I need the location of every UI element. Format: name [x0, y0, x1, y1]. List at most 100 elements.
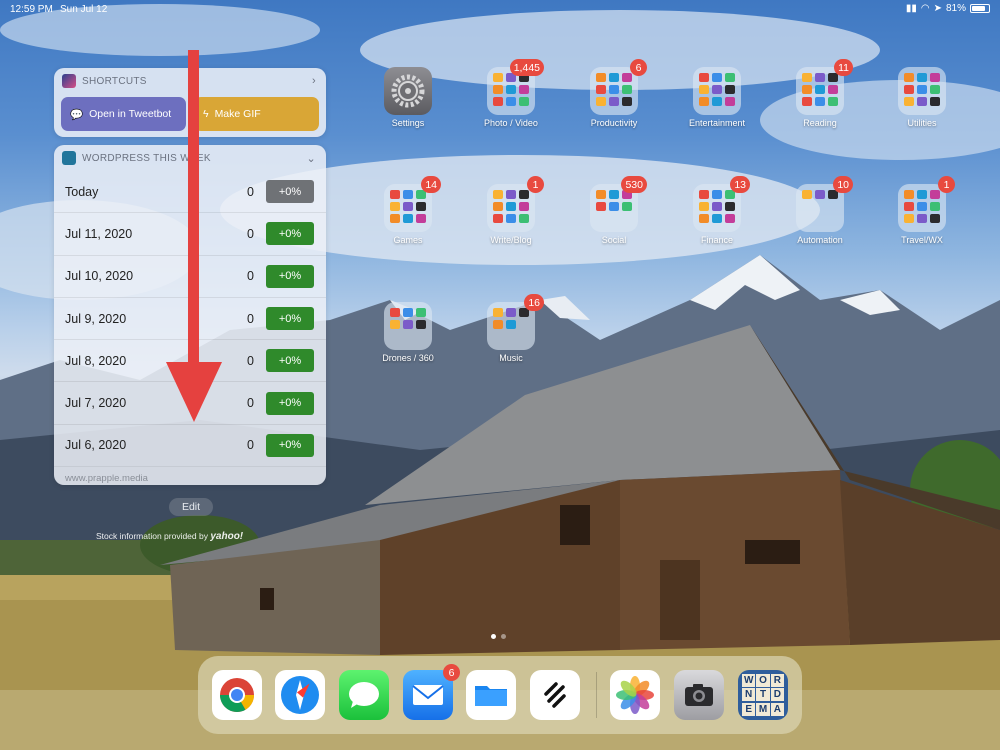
mini-app-icon	[390, 190, 400, 199]
stats-change-badge[interactable]: +0%	[266, 307, 314, 331]
folder-productivity[interactable]: 6 Productivity	[569, 59, 659, 128]
folder-icon	[693, 67, 741, 115]
notification-badge: 1,445	[509, 59, 544, 76]
folder-utilities[interactable]: Utilities	[877, 67, 967, 128]
date: Sun Jul 12	[60, 4, 108, 15]
folder-icon: 6	[590, 59, 647, 115]
widget-footer-link[interactable]: www.prapple.media	[54, 466, 326, 485]
stats-change-badge[interactable]: +0%	[266, 222, 314, 246]
mini-app-icon	[609, 73, 619, 82]
page-indicator[interactable]	[491, 634, 506, 639]
folder-travel-wx[interactable]: 1 Travel/WX	[877, 176, 967, 245]
stats-change-badge[interactable]: +0%	[266, 391, 314, 415]
mini-app-icon	[493, 214, 503, 223]
mini-app-icon	[904, 73, 914, 82]
mini-app-icon	[712, 73, 722, 82]
mini-app-icon	[506, 97, 516, 106]
mini-app-icon	[622, 97, 632, 106]
app-label: Utilities	[907, 118, 937, 128]
folder-social[interactable]: 530 Social	[569, 176, 659, 245]
folder-icon: 13	[693, 176, 750, 232]
stats-value: 0	[247, 396, 254, 411]
mini-app-icon	[622, 202, 632, 211]
mini-app-icon	[403, 308, 413, 317]
notification-badge: 13	[730, 176, 750, 193]
folder-icon: 16	[487, 294, 544, 350]
mini-app-icon	[596, 190, 606, 199]
settings-app[interactable]: Settings	[363, 67, 453, 128]
stats-change-badge[interactable]: +0%	[266, 349, 314, 373]
mini-app-icon	[506, 202, 516, 211]
folder-icon: 1	[487, 176, 544, 232]
mini-app-icon	[712, 214, 722, 223]
mini-app-icon	[725, 202, 735, 211]
folder-reading[interactable]: 11 Reading	[775, 59, 865, 128]
mini-app-icon	[699, 97, 709, 106]
photos-icon[interactable]	[610, 670, 660, 720]
app-label: Travel/WX	[901, 235, 943, 245]
app-label: Social	[601, 235, 627, 245]
mini-app-icon	[622, 73, 632, 82]
mini-app-icon	[699, 85, 709, 94]
mini-app-icon	[815, 190, 825, 199]
cellular-icon: ▮▮	[905, 3, 917, 14]
mini-app-icon	[802, 85, 812, 94]
squarespace-icon[interactable]	[530, 670, 580, 720]
mini-app-icon	[699, 73, 709, 82]
mini-app-icon	[609, 85, 619, 94]
mini-app-icon	[519, 190, 529, 199]
chevron-down-icon[interactable]: ⌄	[306, 152, 316, 165]
mini-app-icon	[917, 190, 927, 199]
wordament-icon[interactable]: WOR NTDEMA	[738, 670, 788, 720]
chrome-icon[interactable]	[212, 670, 262, 720]
mini-app-icon	[390, 308, 400, 317]
mini-app-icon	[519, 85, 529, 94]
letter-tile: M	[756, 702, 770, 716]
mail-badge: 6	[443, 664, 460, 681]
stats-change-badge[interactable]: +0%	[266, 433, 314, 457]
edit-widgets-button[interactable]: Edit	[169, 498, 213, 516]
notification-badge: 16	[524, 294, 544, 311]
folder-write-blog[interactable]: 1 Write/Blog	[466, 176, 556, 245]
stats-value: 0	[247, 226, 254, 241]
mini-app-icon	[712, 190, 722, 199]
files-icon[interactable]	[466, 670, 516, 720]
folder-icon	[384, 302, 432, 350]
camera-icon[interactable]	[674, 670, 724, 720]
folder-automation[interactable]: 10 Automation	[775, 176, 865, 245]
stats-change-badge[interactable]: +0%	[266, 180, 314, 204]
mini-app-icon	[712, 85, 722, 94]
letter-tile: A	[770, 702, 784, 716]
status-bar: 12:59 PM Sun Jul 12 ▮▮ ◠ ➤ 81%	[0, 0, 1000, 18]
folder-photo-video[interactable]: 1,445 Photo / Video	[466, 59, 556, 128]
folder-drones-360[interactable]: Drones / 360	[363, 302, 453, 363]
stats-change-badge[interactable]: +0%	[266, 264, 314, 288]
folder-entertainment[interactable]: Entertainment	[672, 67, 762, 128]
yahoo-logo: yahoo!	[210, 531, 244, 542]
mini-app-icon	[712, 202, 722, 211]
mini-app-icon	[917, 202, 927, 211]
page-dot-active	[491, 634, 496, 639]
page-dot	[501, 634, 506, 639]
mini-app-icon	[390, 202, 400, 211]
mini-app-icon	[609, 97, 619, 106]
mini-app-icon	[416, 320, 426, 329]
battery-percent: 81%	[945, 3, 966, 14]
dock: 6 WOR NTDEMA	[198, 656, 802, 734]
clock: 12:59 PM	[10, 4, 53, 15]
messages-icon[interactable]	[339, 670, 389, 720]
app-label: Finance	[700, 235, 734, 245]
chevron-right-icon[interactable]: ›	[312, 75, 316, 87]
shortcuts-app-icon	[62, 74, 76, 88]
notification-badge: 530	[621, 176, 647, 193]
stock-attribution-text: Stock information provided by	[96, 531, 208, 541]
folder-music[interactable]: 16 Music	[466, 294, 556, 363]
safari-icon[interactable]	[275, 670, 325, 720]
mail-icon[interactable]: 6	[403, 664, 460, 720]
wifi-icon: ◠	[920, 3, 930, 14]
mini-app-icon	[930, 97, 940, 106]
folder-games[interactable]: 14 Games	[363, 176, 453, 245]
mini-app-icon	[390, 214, 400, 223]
app-label: Reading	[803, 118, 837, 128]
folder-finance[interactable]: 13 Finance	[672, 176, 762, 245]
